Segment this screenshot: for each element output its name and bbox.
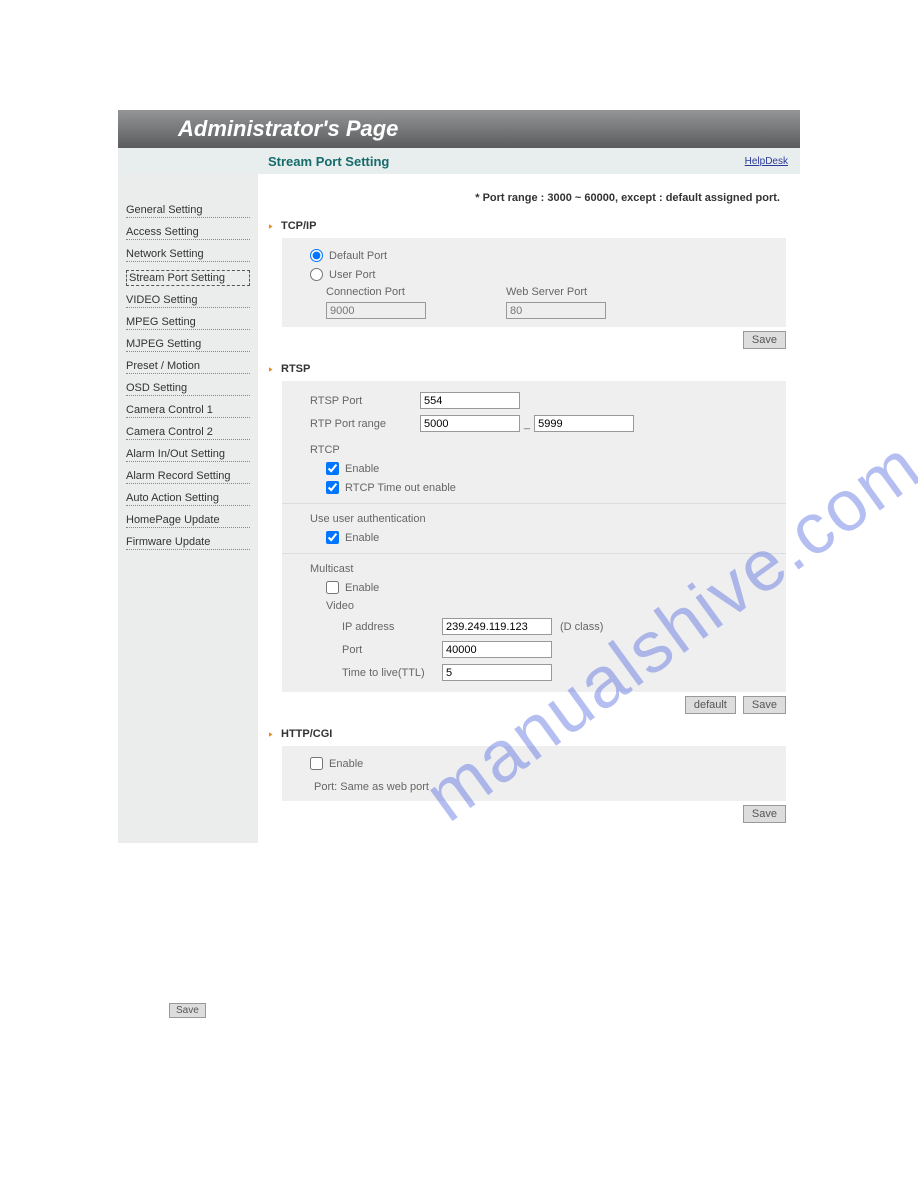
rtp-to-input[interactable] [534, 415, 634, 432]
rtcp-enable-checkbox[interactable] [326, 462, 339, 475]
tcpip-save-button[interactable]: Save [743, 331, 786, 349]
ttl-label: Time to live(TTL) [342, 667, 442, 679]
sidebar-item-homepage-update[interactable]: HomePage Update [126, 514, 250, 528]
main-content: * Port range : 3000 ~ 60000, except : de… [258, 174, 800, 843]
sidebar: General Setting Access Setting Network S… [118, 174, 258, 843]
sub-header: Stream Port Setting HelpDesk [118, 148, 800, 174]
rtcp-timeout-label: RTCP Time out enable [345, 482, 456, 494]
httpcgi-section: HTTP/CGI Enable Port: Same as web port S… [258, 724, 800, 833]
user-port-label: User Port [329, 269, 375, 281]
default-port-label: Default Port [329, 250, 387, 262]
rtp-from-input[interactable] [420, 415, 520, 432]
sidebar-item-access[interactable]: Access Setting [126, 226, 250, 240]
user-port-radio[interactable] [310, 268, 323, 281]
mc-port-label: Port [342, 644, 442, 656]
helpdesk-link[interactable]: HelpDesk [745, 156, 788, 167]
auth-enable-label: Enable [345, 532, 379, 544]
port-range-note: * Port range : 3000 ~ 60000, except : de… [258, 184, 800, 216]
rtcp-timeout-checkbox[interactable] [326, 481, 339, 494]
tcpip-section: TCP/IP Default Port User Port [258, 216, 800, 359]
ttl-input[interactable] [442, 664, 552, 681]
range-separator: _ [524, 418, 530, 430]
rtcp-enable-label: Enable [345, 463, 379, 475]
httpcgi-enable-label: Enable [329, 758, 363, 770]
header-title: Administrator's Page [178, 116, 398, 142]
sidebar-item-alarm-io[interactable]: Alarm In/Out Setting [126, 448, 250, 462]
httpcgi-title: HTTP/CGI [281, 728, 332, 740]
sidebar-item-camera2[interactable]: Camera Control 2 [126, 426, 250, 440]
rtsp-port-input[interactable] [420, 392, 520, 409]
lonely-save-button[interactable]: Save [169, 1003, 206, 1018]
sidebar-item-preset-motion[interactable]: Preset / Motion [126, 360, 250, 374]
sidebar-item-alarm-record[interactable]: Alarm Record Setting [126, 470, 250, 484]
sidebar-item-osd[interactable]: OSD Setting [126, 382, 250, 396]
conn-port-label: Connection Port [326, 286, 426, 298]
rtsp-section: RTSP RTSP Port RTP Port range _ [258, 359, 800, 724]
bullet-icon [266, 365, 275, 374]
web-port-label: Web Server Port [506, 286, 606, 298]
bullet-icon [266, 730, 275, 739]
rtp-range-label: RTP Port range [310, 418, 420, 430]
httpcgi-port-note: Port: Same as web port [292, 773, 776, 793]
rtsp-save-button[interactable]: Save [743, 696, 786, 714]
multicast-port-input[interactable] [442, 641, 552, 658]
page-header: Administrator's Page [118, 110, 800, 148]
web-port-input[interactable] [506, 302, 606, 319]
bullet-icon [266, 222, 275, 231]
multicast-ip-input[interactable] [442, 618, 552, 635]
sidebar-item-stream-port[interactable]: Stream Port Setting [126, 270, 250, 286]
sidebar-item-mpeg[interactable]: MPEG Setting [126, 316, 250, 330]
multicast-enable-label: Enable [345, 582, 379, 594]
rtsp-default-button[interactable]: default [685, 696, 736, 714]
sidebar-item-camera1[interactable]: Camera Control 1 [126, 404, 250, 418]
conn-port-input[interactable] [326, 302, 426, 319]
sidebar-item-video[interactable]: VIDEO Setting [126, 294, 250, 308]
sidebar-item-firmware-update[interactable]: Firmware Update [126, 536, 250, 550]
auth-enable-checkbox[interactable] [326, 531, 339, 544]
default-port-radio[interactable] [310, 249, 323, 262]
multicast-enable-checkbox[interactable] [326, 581, 339, 594]
ip-label: IP address [342, 621, 442, 633]
video-label: Video [326, 600, 354, 612]
multicast-label: Multicast [310, 563, 353, 575]
sidebar-item-network[interactable]: Network Setting [126, 248, 250, 262]
rtcp-label: RTCP [310, 444, 340, 456]
page-title: Stream Port Setting [268, 154, 389, 169]
dclass-note: (D class) [560, 621, 603, 633]
httpcgi-enable-checkbox[interactable] [310, 757, 323, 770]
httpcgi-save-button[interactable]: Save [743, 805, 786, 823]
sidebar-item-general[interactable]: General Setting [126, 204, 250, 218]
sidebar-item-mjpeg[interactable]: MJPEG Setting [126, 338, 250, 352]
rtsp-title: RTSP [281, 363, 310, 375]
sidebar-item-auto-action[interactable]: Auto Action Setting [126, 492, 250, 506]
auth-label: Use user authentication [310, 513, 426, 525]
tcpip-title: TCP/IP [281, 220, 316, 232]
rtsp-port-label: RTSP Port [310, 395, 420, 407]
